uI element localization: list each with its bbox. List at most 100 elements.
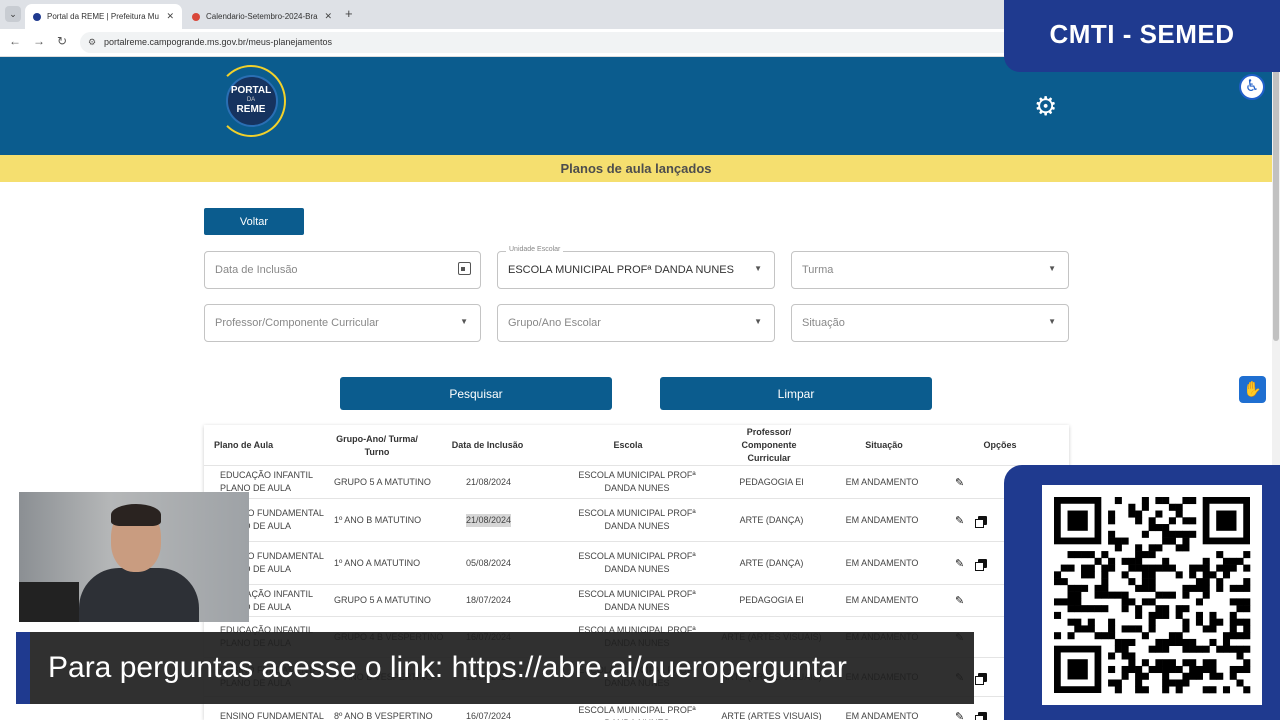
cell-text: ENSINO FUNDAMENTAL (220, 711, 324, 720)
table-header: Plano de Aula Grupo-Ano/ Turma/ Turno Da… (204, 425, 1069, 466)
search-button[interactable]: Pesquisar (340, 377, 612, 410)
col-teacher: Professor/ Componente Curricular (741, 427, 797, 463)
cell-teacher: PEDAGOGIA EI (714, 585, 829, 616)
cell-text: 21/08/2024 (465, 476, 512, 487)
school-select[interactable]: Unidade Escolar ESCOLA MUNICIPAL PROFª D… (497, 246, 775, 289)
table-row: EDUCAÇÃO INFANTIL PLANO DE AULA GRUPO 5 A… (204, 585, 1069, 617)
cell-status: EM ANDAMENTO (832, 585, 932, 616)
group-placeholder: Grupo/Ano Escolar (508, 317, 601, 329)
cell-date: 18/07/2024 (446, 585, 531, 616)
cell-text: PEDAGOGIA EI (739, 595, 804, 605)
clear-button[interactable]: Limpar (660, 377, 932, 410)
copy-icon[interactable] (975, 516, 987, 528)
new-tab-icon[interactable]: + (345, 6, 353, 21)
copy-icon[interactable] (975, 712, 987, 720)
qr-code (1042, 485, 1262, 705)
logo-text: PORTAL (230, 85, 272, 96)
cell-text: 1º ANO B MATUTINO (334, 514, 422, 525)
caption-bar: Para perguntas acesse o link: https://ab… (16, 632, 974, 704)
calendar-icon[interactable] (458, 262, 471, 275)
edit-icon[interactable]: ✎ (955, 710, 964, 720)
cell-text: ARTE (ARTES VISUAIS) (721, 711, 822, 720)
teacher-placeholder: Professor/Componente Curricular (215, 317, 379, 329)
sign-language-icon[interactable]: ✋ (1239, 376, 1266, 403)
webcam-video (19, 492, 249, 622)
teacher-select[interactable]: Professor/Componente Curricular ▼ (204, 304, 481, 342)
edit-icon[interactable]: ✎ (955, 594, 964, 607)
col-group: Grupo-Ano/ Turma/ Turno (336, 433, 418, 457)
favicon-icon (33, 12, 41, 21)
accessibility-icon[interactable]: ♿ (1239, 74, 1265, 100)
col-date: Data de Inclusão (451, 440, 524, 450)
cell-date: 05/08/2024 (446, 542, 531, 584)
cell-text: 1º ANO A MATUTINO (334, 557, 421, 568)
date-field[interactable]: Data de Inclusão (204, 251, 481, 289)
status-select[interactable]: Situação ▼ (791, 304, 1069, 342)
tab-title: Portal da REME | Prefeitura Mu (47, 12, 159, 21)
cell-text: ESCOLA MUNICIPAL PROFª DANDA NUNES (578, 551, 696, 574)
cell-teacher: ARTE (DANÇA) (714, 542, 829, 584)
reload-icon[interactable]: ↻ (57, 34, 67, 48)
cell-text: ESCOLA MUNICIPAL PROFª DANDA NUNES (578, 470, 696, 493)
copy-icon[interactable] (975, 559, 987, 571)
cell-text: ARTE (DANÇA) (739, 514, 804, 525)
cell-teacher: PEDAGOGIA EI (714, 466, 829, 498)
edit-icon[interactable]: ✎ (955, 476, 964, 489)
cell-status: EM ANDAMENTO (832, 466, 932, 498)
chevron-down-icon: ▼ (1048, 317, 1056, 326)
copy-icon[interactable] (975, 673, 987, 685)
cell-school: ESCOLA MUNICIPAL PROFª DANDA NUNES (574, 585, 700, 616)
table-row: ENSINO FUNDAMENTAL PLANO DE AULA 1º ANO B… (204, 499, 1069, 542)
class-select[interactable]: Turma ▼ (791, 251, 1069, 289)
class-placeholder: Turma (802, 264, 834, 276)
cell-date: 21/08/2024 (446, 499, 531, 541)
cell-text: EM ANDAMENTO (845, 711, 919, 720)
cell-school: ESCOLA MUNICIPAL PROFª DANDA NUNES (574, 466, 700, 498)
cell-text: EM ANDAMENTO (845, 557, 919, 568)
cell-teacher: ARTE (DANÇA) (714, 499, 829, 541)
col-options: Opções (983, 440, 1017, 450)
back-button[interactable]: Voltar (204, 208, 304, 235)
forward-arrow-icon[interactable]: → (33, 34, 45, 48)
url-input[interactable]: ⚙ portalreme.campogrande.ms.gov.br/meus-… (80, 32, 1080, 53)
cell-school: ESCOLA MUNICIPAL PROFª DANDA NUNES (574, 499, 700, 541)
site-info-icon[interactable]: ⚙ (88, 32, 96, 53)
chevron-down-icon: ▼ (754, 317, 762, 326)
cell-text: EM ANDAMENTO (845, 595, 919, 605)
cell-text: ESCOLA MUNICIPAL PROFª DANDA NUNES (578, 588, 696, 612)
school-value: ESCOLA MUNICIPAL PROFª DANDA NUNES (508, 264, 734, 276)
cmti-banner: CMTI - SEMED (1004, 0, 1280, 72)
tab-title: Calendario-Setembro-2024-Bra (206, 12, 318, 21)
tab-calendario[interactable]: Calendario-Setembro-2024-Bra ✕ (184, 4, 340, 29)
cell-text: GRUPO 5 A MATUTINO (334, 476, 431, 487)
cell-text: GRUPO 5 A MATUTINO (334, 595, 431, 605)
cell-text: EM ANDAMENTO (845, 476, 919, 487)
url-text: portalreme.campogrande.ms.gov.br/meus-pl… (104, 37, 332, 47)
edit-icon[interactable]: ✎ (955, 557, 964, 570)
page-title: Planos de aula lançados (0, 155, 1272, 182)
table-row: EDUCAÇÃO INFANTIL PLANO DE AULA GRUPO 5 A… (204, 466, 1069, 499)
cell-group: GRUPO 5 A MATUTINO (334, 585, 456, 616)
cell-text: 8º ANO B VESPERTINO (334, 711, 433, 720)
back-arrow-icon[interactable]: ← (9, 34, 21, 48)
cell-text: 16/07/2024 (465, 711, 512, 720)
group-select[interactable]: Grupo/Ano Escolar ▼ (497, 304, 775, 342)
cell-school: ESCOLA MUNICIPAL PROFª DANDA NUNES (574, 542, 700, 584)
col-status: Situação (865, 440, 903, 450)
qr-code-image (1054, 497, 1251, 694)
close-tab-icon[interactable]: ✕ (166, 11, 174, 22)
close-tab-icon[interactable]: ✕ (324, 11, 332, 22)
cell-status: EM ANDAMENTO (832, 499, 932, 541)
cell-group: 1º ANO A MATUTINO (334, 542, 456, 584)
cell-text: 18/07/2024 (465, 595, 512, 605)
cell-text: ESCOLA MUNICIPAL PROFª DANDA NUNES (578, 508, 696, 531)
tab-portal-reme[interactable]: Portal da REME | Prefeitura Mu ✕ (25, 4, 182, 29)
portal-reme-logo[interactable]: PORTAL DA REME (214, 63, 288, 141)
edit-icon[interactable]: ✎ (955, 514, 964, 527)
cell-text: 05/08/2024 (465, 557, 512, 568)
pdf-icon (192, 12, 200, 21)
logo-text: REME (236, 104, 266, 115)
tab-search-icon[interactable]: ⌄ (5, 6, 21, 22)
gear-icon[interactable]: ⚙ (1034, 93, 1057, 119)
cell-text: ESCOLA MUNICIPAL PROFª DANDA NUNES (578, 704, 696, 720)
